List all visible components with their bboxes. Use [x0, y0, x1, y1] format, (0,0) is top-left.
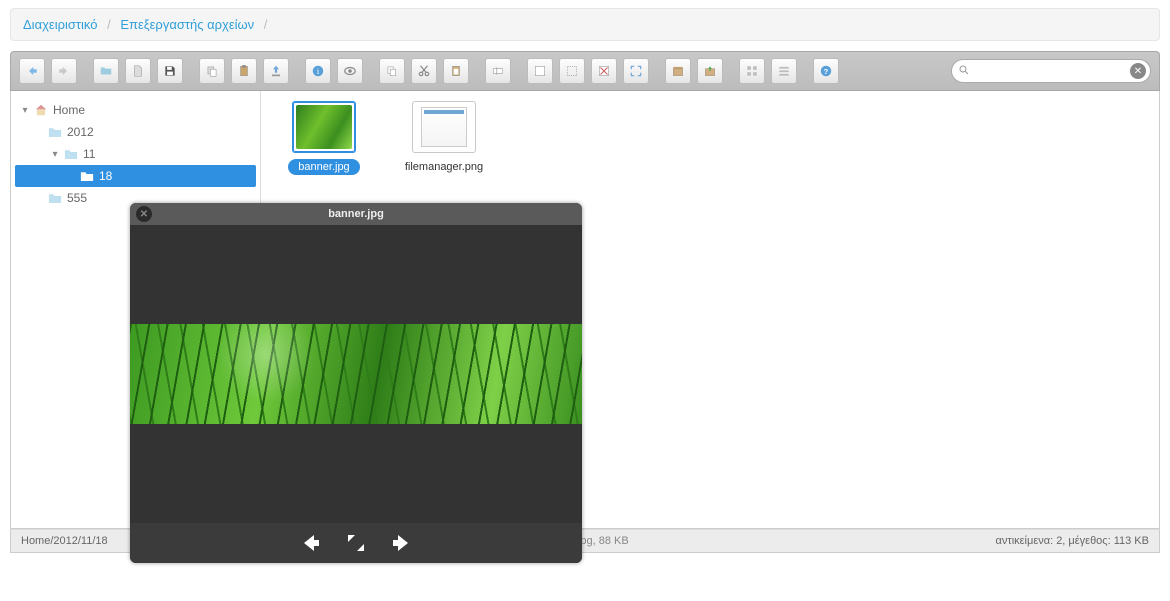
search-box[interactable]: ✕ [951, 59, 1151, 83]
preview-button[interactable] [337, 58, 363, 84]
breadcrumb-admin[interactable]: Διαχειριστικό [23, 17, 98, 32]
select-all-button[interactable] [559, 58, 585, 84]
collapse-icon[interactable]: ▾ [49, 149, 61, 160]
lightbox-prev-button[interactable] [296, 531, 324, 555]
cut-button[interactable] [411, 58, 437, 84]
tree-2012[interactable]: 2012 [15, 121, 256, 143]
tree-label: 18 [99, 169, 112, 183]
lightbox-titlebar[interactable]: ✕ banner.jpg [130, 203, 582, 225]
help-button[interactable]: ? [813, 58, 839, 84]
thumbnail[interactable] [292, 101, 356, 153]
folder-icon [47, 191, 63, 205]
clipboard-button[interactable] [443, 58, 469, 84]
image-preview-icon [421, 107, 467, 147]
rename-button[interactable] [485, 58, 511, 84]
breadcrumb-file-editor[interactable]: Επεξεργαστής αρχείων [120, 17, 254, 32]
upload-button[interactable] [263, 58, 289, 84]
folder-open-icon [79, 169, 95, 183]
folder-icon [63, 147, 79, 161]
save-button[interactable] [157, 58, 183, 84]
select-button[interactable] [527, 58, 553, 84]
tree-label: 555 [67, 191, 87, 205]
folder-icon [47, 125, 63, 139]
lightbox-image [130, 324, 582, 424]
paste-button[interactable] [231, 58, 257, 84]
new-file-button[interactable] [125, 58, 151, 84]
lightbox-controls [130, 523, 582, 563]
image-preview-icon [296, 105, 352, 149]
lightbox-close-button[interactable]: ✕ [136, 206, 152, 222]
tree-label: Home [53, 103, 85, 117]
extract-button[interactable] [697, 58, 723, 84]
toolbar: i ? ✕ [10, 51, 1160, 91]
back-button[interactable] [19, 58, 45, 84]
info-button[interactable]: i [305, 58, 331, 84]
tree-home[interactable]: ▾ Home [15, 99, 256, 121]
new-folder-button[interactable] [93, 58, 119, 84]
forward-button[interactable] [51, 58, 77, 84]
lightbox-title: banner.jpg [328, 208, 384, 220]
file-label: filemanager.png [395, 159, 493, 175]
lightbox-body [130, 225, 582, 523]
thumbnail[interactable] [412, 101, 476, 153]
duplicate-button[interactable] [379, 58, 405, 84]
image-lightbox[interactable]: ✕ banner.jpg [130, 203, 582, 563]
breadcrumb-sep: / [258, 17, 274, 32]
tree-18[interactable]: 18 [15, 165, 256, 187]
tree-label: 2012 [67, 125, 94, 139]
view-icons-button[interactable] [739, 58, 765, 84]
tree-11[interactable]: ▾ 11 [15, 143, 256, 165]
deselect-button[interactable] [591, 58, 617, 84]
fullscreen-button[interactable] [623, 58, 649, 84]
collapse-icon[interactable]: ▾ [19, 105, 31, 116]
tree-label: 11 [83, 147, 95, 161]
lightbox-fullscreen-button[interactable] [342, 531, 370, 555]
home-icon [33, 103, 49, 117]
search-clear-icon[interactable]: ✕ [1130, 63, 1146, 79]
archive-button[interactable] [665, 58, 691, 84]
view-list-button[interactable] [771, 58, 797, 84]
search-icon [958, 64, 970, 79]
lightbox-next-button[interactable] [388, 531, 416, 555]
search-input[interactable] [974, 64, 1126, 78]
status-path: Home/2012/11/18 [21, 535, 108, 547]
svg-text:?: ? [824, 67, 829, 76]
status-summary: αντικείμενα: 2, μέγεθος: 113 KB [995, 535, 1149, 547]
breadcrumb-sep: / [101, 17, 117, 32]
copy-button[interactable] [199, 58, 225, 84]
file-label: banner.jpg [288, 159, 359, 175]
breadcrumb: Διαχειριστικό / Επεξεργαστής αρχείων / [10, 8, 1160, 41]
